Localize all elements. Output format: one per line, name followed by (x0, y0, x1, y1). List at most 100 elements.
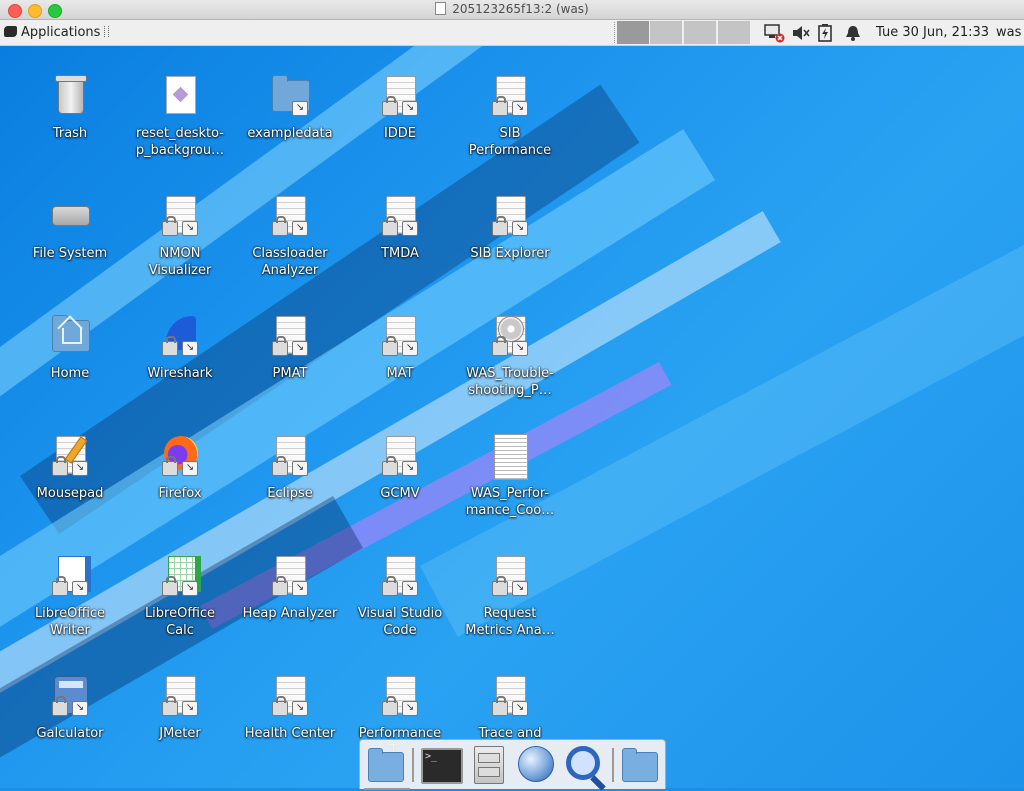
launcher-icon: ↘ (378, 314, 422, 358)
desktop-icon-label: Health Center (244, 726, 336, 741)
desktop-icon-sib-performance[interactable]: ↘ SIB Performance (455, 74, 565, 159)
desktop-icon-label: NMON Visualizer (148, 246, 212, 278)
terminal-icon: >_ (421, 748, 463, 784)
desktop-icon-trash[interactable]: Trash (15, 74, 125, 142)
home-folder-icon (368, 748, 404, 782)
desktop-icon-libreoffice-calc[interactable]: ↘ LibreOffice Calc (125, 554, 235, 639)
window-titlebar[interactable]: 205123265f13:2 (was) (0, 0, 1024, 20)
workspace-1-button[interactable] (617, 21, 649, 44)
launcher-icon: ↘ (378, 74, 422, 118)
bottom-dock: >_ (359, 739, 666, 790)
desktop-icon-label: SIB Performance (468, 126, 552, 158)
launcher-icon: ↘ (268, 674, 312, 718)
mousepad-icon: ↘ (48, 434, 92, 478)
desktop-icon-label: SIB Explorer (470, 246, 550, 261)
dock-file-cabinet-button[interactable] (466, 746, 506, 784)
desktop-icon-tmda[interactable]: ↘ TMDA (345, 194, 455, 262)
pdf-document-icon (488, 434, 532, 480)
desktop-icon-heap-analyzer[interactable]: ↘ Heap Analyzer (235, 554, 345, 622)
desktop-icon-classloader-analyzer[interactable]: ↘ Classloader Analyzer (235, 194, 345, 279)
desktop-icon-trace-and[interactable]: ↘ Trace and (455, 674, 565, 742)
folder-icon (622, 748, 658, 782)
desktop-icon-nmon-visualizer[interactable]: ↘ NMON Visualizer (125, 194, 235, 279)
desktop-icon-request-metrics-analyzer[interactable]: ↘ Request Metrics Ana… (455, 554, 565, 639)
desktop-icon-label: Mousepad (36, 486, 104, 501)
workspace-4-button[interactable] (718, 21, 750, 44)
desktop-icon-label: reset_deskto-p_backgrou… (135, 126, 225, 158)
desktop-icon-label: WAS_Perfor-mance_Coo… (465, 486, 555, 518)
desktop-icon-was-performance-cookbook[interactable]: WAS_Perfor-mance_Coo… (455, 434, 565, 519)
wireshark-icon: ↘ (158, 314, 202, 358)
desktop-file-icon (158, 74, 202, 118)
desktop-icon-file-system[interactable]: File System (15, 194, 125, 262)
desktop-icon-firefox[interactable]: ↘ Firefox (125, 434, 235, 502)
desktop-icon-label: WAS_Trouble-shooting_P… (466, 366, 554, 398)
desktop[interactable]: Trash File System Home ↘ Mousepad ↘ Libr… (0, 46, 1024, 788)
file-cabinet-icon (474, 746, 504, 784)
workspace-2-button[interactable] (650, 21, 682, 44)
launcher-icon: ↘ (268, 554, 312, 598)
calculator-icon: ↘ (48, 674, 92, 718)
desktop-icon-label: LibreOffice Calc (144, 606, 216, 638)
libreoffice-writer-icon: ↘ (48, 554, 92, 598)
desktop-icon-eclipse[interactable]: ↘ Eclipse (235, 434, 345, 502)
desktop-icon-wireshark[interactable]: ↘ Wireshark (125, 314, 235, 382)
desktop-icon-exampledata[interactable]: ↘ exampledata (235, 74, 345, 142)
launcher-icon: ↘ (268, 434, 312, 478)
desktop-icon-was-troubleshooting[interactable]: ↘ WAS_Trouble-shooting_P… (455, 314, 565, 399)
clock[interactable]: Tue 30 Jun, 21:33 (876, 20, 989, 45)
active-indicator (364, 788, 410, 790)
web-browser-icon (518, 746, 554, 782)
dock-terminal-button[interactable]: >_ (418, 746, 463, 784)
launcher-icon: ↘ (378, 554, 422, 598)
dock-home-folder-button[interactable] (364, 746, 410, 790)
desktop-icon-visual-studio-code[interactable]: ↘ Visual Studio Code (345, 554, 455, 639)
desktop-icon-label: TMDA (381, 246, 419, 261)
desktop-icon-reset-desktop-background[interactable]: reset_deskto-p_backgrou… (125, 74, 235, 159)
document-icon (435, 2, 447, 15)
desktop-icon-label: exampledata (247, 126, 333, 141)
dock-folder-button[interactable] (618, 746, 658, 784)
notification-bell-icon[interactable] (845, 25, 861, 41)
desktop-icon-label: LibreOffice Writer (34, 606, 106, 638)
desktop-icon-label: MAT (386, 366, 414, 381)
user-menu-button[interactable]: was (996, 20, 1021, 45)
libreoffice-calc-icon: ↘ (158, 554, 202, 598)
launcher-icon: ↘ (268, 314, 312, 358)
applications-menu-button[interactable]: Applications (0, 20, 110, 45)
network-disconnected-icon[interactable] (764, 23, 786, 43)
firefox-icon: ↘ (158, 434, 202, 478)
desktop-icon-label: Heap Analyzer (242, 606, 338, 621)
desktop-icon-label: PMAT (272, 366, 308, 381)
volume-muted-icon[interactable] (792, 25, 810, 41)
search-icon (566, 746, 600, 780)
desktop-icon-idde[interactable]: ↘ IDDE (345, 74, 455, 142)
desktop-icon-health-center[interactable]: ↘ Health Center (235, 674, 345, 742)
folder-link-icon: ↘ (268, 74, 312, 118)
battery-charging-icon[interactable] (818, 24, 832, 42)
desktop-icon-home[interactable]: Home (15, 314, 125, 382)
desktop-icon-pmat[interactable]: ↘ PMAT (235, 314, 345, 382)
desktop-icon-libreoffice-writer[interactable]: ↘ LibreOffice Writer (15, 554, 125, 639)
desktop-icon-sib-explorer[interactable]: ↘ SIB Explorer (455, 194, 565, 262)
desktop-icon-galculator[interactable]: ↘ Galculator (15, 674, 125, 742)
desktop-icon-label: JMeter (159, 726, 201, 741)
launcher-icon: ↘ (488, 674, 532, 718)
trash-icon (48, 74, 92, 118)
home-folder-icon (48, 314, 92, 358)
desktop-icon-mousepad[interactable]: ↘ Mousepad (15, 434, 125, 502)
launcher-icon: ↘ (158, 674, 202, 718)
workspace-3-button[interactable] (684, 21, 716, 44)
dock-separator (612, 748, 614, 782)
desktop-icon-jmeter[interactable]: ↘ JMeter (125, 674, 235, 742)
dock-search-button[interactable] (562, 746, 602, 784)
desktop-icon-label: GCMV (380, 486, 420, 501)
launcher-icon: ↘ (378, 194, 422, 238)
dock-web-browser-button[interactable] (514, 746, 554, 784)
top-panel: Applications Tue 30 Jun, 21:33 was (0, 20, 1024, 46)
desktop-icon-gcmv[interactable]: ↘ GCMV (345, 434, 455, 502)
launcher-icon: ↘ (378, 434, 422, 478)
desktop-icon-label: IDDE (383, 126, 417, 141)
desktop-icon-label: Trash (52, 126, 88, 141)
desktop-icon-mat[interactable]: ↘ MAT (345, 314, 455, 382)
